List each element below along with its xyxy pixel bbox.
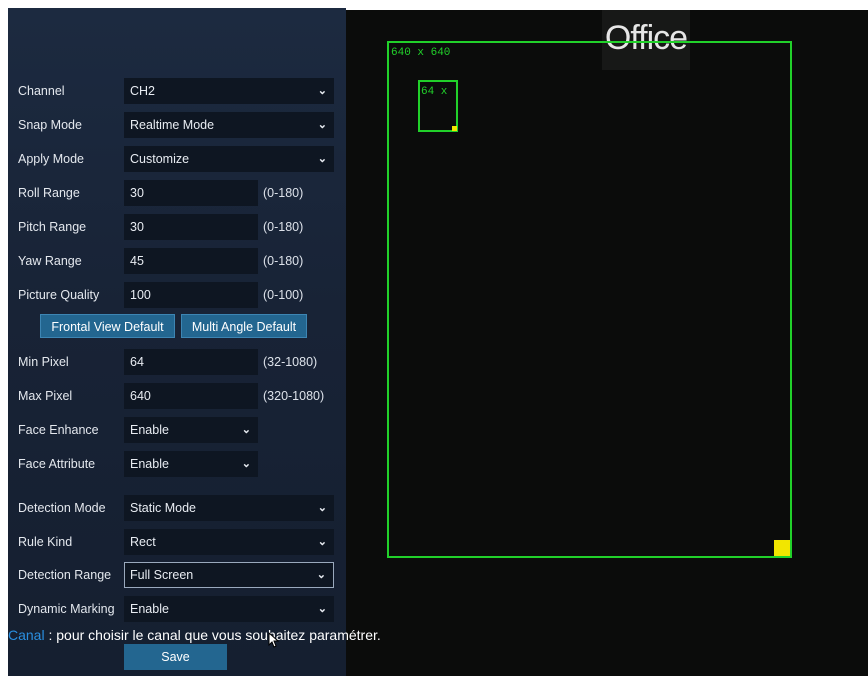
snap-mode-value: Realtime Mode	[130, 118, 215, 132]
yaw-range-label: Yaw Range	[18, 254, 82, 268]
resize-handle-icon[interactable]	[452, 126, 457, 131]
picture-quality-label: Picture Quality	[18, 288, 100, 302]
min-zone-label: 64 x 64	[421, 86, 454, 98]
picture-quality-input[interactable]: 100	[124, 282, 258, 308]
chevron-down-icon: ⌄	[241, 424, 251, 436]
caption-lead: Canal	[8, 627, 45, 643]
apply-mode-select[interactable]: Customize ⌄	[124, 146, 334, 172]
resize-handle-icon[interactable]	[774, 540, 790, 556]
mouse-pointer-icon	[268, 632, 280, 648]
pitch-range-value: 30	[130, 220, 144, 234]
min-pixel-hint: (32-1080)	[263, 355, 318, 369]
chevron-down-icon: ⌄	[316, 569, 326, 581]
max-pixel-input[interactable]: 640	[124, 383, 258, 409]
channel-label: Channel	[18, 84, 65, 98]
face-enhance-value: Enable	[130, 423, 169, 437]
chevron-down-icon: ⌄	[317, 603, 327, 615]
chevron-down-icon: ⌄	[317, 502, 327, 514]
max-zone-label: 640 x 640	[391, 47, 451, 59]
apply-mode-value: Customize	[130, 152, 190, 166]
roll-range-value: 30	[130, 186, 144, 200]
face-attribute-select[interactable]: Enable ⌄	[124, 451, 258, 477]
min-pixel-input[interactable]: 64	[124, 349, 258, 375]
chevron-down-icon: ⌄	[241, 458, 251, 470]
pitch-range-hint: (0-180)	[263, 220, 304, 234]
pitch-range-input[interactable]: 30	[124, 214, 258, 240]
snap-mode-label: Snap Mode	[18, 118, 82, 132]
max-pixel-hint: (320-1080)	[263, 389, 325, 403]
roll-range-hint: (0-180)	[263, 186, 304, 200]
frontal-view-default-button[interactable]: Frontal View Default	[40, 314, 175, 338]
detection-mode-select[interactable]: Static Mode ⌄	[124, 495, 334, 521]
snap-mode-select[interactable]: Realtime Mode ⌄	[124, 112, 334, 138]
chevron-down-icon: ⌄	[317, 536, 327, 548]
face-attribute-value: Enable	[130, 457, 169, 471]
dynamic-marking-value: Enable	[130, 602, 169, 616]
detection-range-label: Detection Range	[18, 568, 112, 582]
yaw-range-value: 45	[130, 254, 144, 268]
chevron-down-icon: ⌄	[317, 119, 327, 131]
rule-kind-label: Rule Kind	[18, 535, 73, 549]
multi-angle-default-button[interactable]: Multi Angle Default	[181, 314, 307, 338]
rule-kind-select[interactable]: Rect ⌄	[124, 529, 334, 555]
apply-mode-label: Apply Mode	[18, 152, 85, 166]
caption: Canal : pour choisir le canal que vous s…	[8, 626, 381, 644]
detection-range-select[interactable]: Full Screen ⌄	[124, 562, 334, 588]
camera-preview[interactable]: Office 640 x 640 64 x 64	[346, 10, 868, 676]
yaw-range-hint: (0-180)	[263, 254, 304, 268]
min-pixel-value: 64	[130, 355, 144, 369]
channel-value: CH2	[130, 84, 156, 98]
face-enhance-select[interactable]: Enable ⌄	[124, 417, 258, 443]
detection-mode-label: Detection Mode	[18, 501, 106, 515]
save-button[interactable]: Save	[124, 644, 227, 670]
face-enhance-label: Face Enhance	[18, 423, 99, 437]
channel-select[interactable]: CH2 ⌄	[124, 78, 334, 104]
face-attribute-label: Face Attribute	[18, 457, 96, 471]
detection-range-value: Full Screen	[130, 568, 194, 582]
caption-text: : pour choisir le canal que vous souhait…	[44, 627, 381, 643]
dynamic-marking-select[interactable]: Enable ⌄	[124, 596, 334, 622]
roll-range-input[interactable]: 30	[124, 180, 258, 206]
picture-quality-hint: (0-100)	[263, 288, 304, 302]
min-pixel-label: Min Pixel	[18, 355, 69, 369]
roll-range-label: Roll Range	[18, 186, 80, 200]
rule-kind-value: Rect	[130, 535, 156, 549]
picture-quality-value: 100	[130, 288, 151, 302]
chevron-down-icon: ⌄	[317, 85, 327, 97]
settings-panel: Channel CH2 ⌄ Snap Mode Realtime Mode ⌄ …	[8, 8, 346, 676]
detection-mode-value: Static Mode	[130, 501, 197, 515]
chevron-down-icon: ⌄	[317, 153, 327, 165]
yaw-range-input[interactable]: 45	[124, 248, 258, 274]
max-pixel-label: Max Pixel	[18, 389, 73, 403]
dynamic-marking-label: Dynamic Marking	[18, 602, 115, 616]
max-pixel-value: 640	[130, 389, 151, 403]
pitch-range-label: Pitch Range	[18, 220, 87, 234]
